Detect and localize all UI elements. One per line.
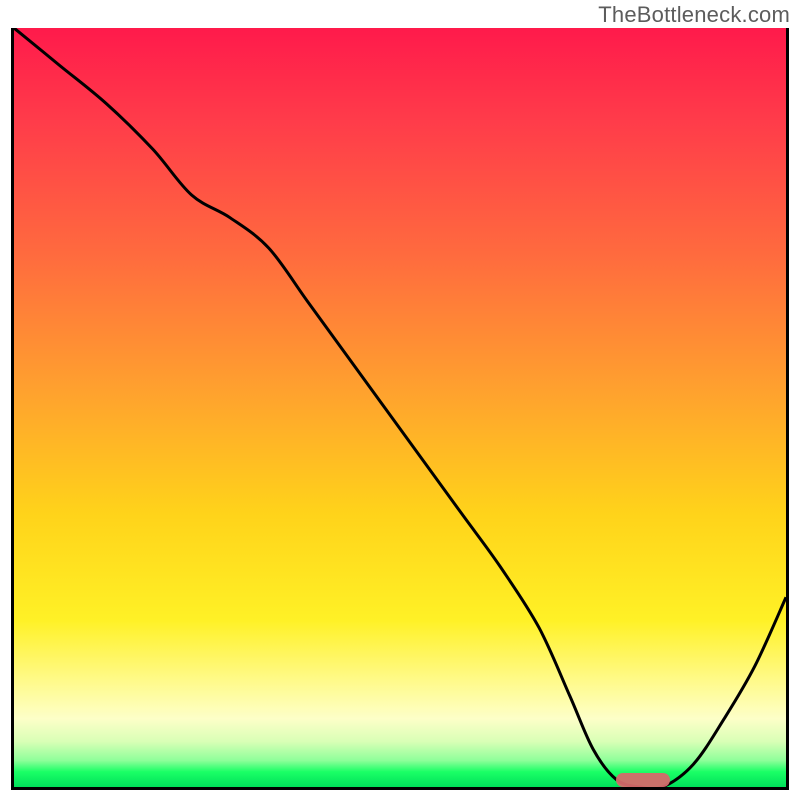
plot-area: [11, 28, 789, 790]
bottleneck-curve: [14, 28, 786, 789]
optimal-range-marker: [616, 773, 670, 787]
chart-container: TheBottleneck.com: [0, 0, 800, 800]
bottleneck-curve-svg: [14, 28, 786, 787]
watermark-text: TheBottleneck.com: [598, 2, 790, 28]
